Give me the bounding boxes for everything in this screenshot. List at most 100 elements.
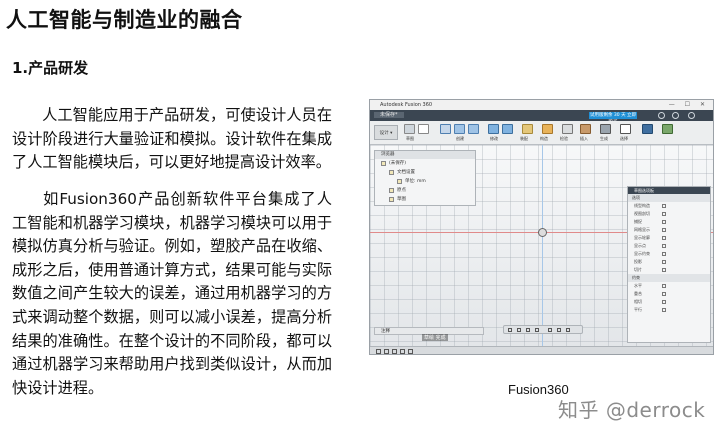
constraint-icon: [662, 284, 666, 288]
browser-row: 单位: mm: [375, 177, 475, 186]
palette-row: 网格显示: [628, 226, 710, 234]
browser-panel: 浏览器 (未保存) 文档设置 单位: mm 原点 草图: [374, 150, 476, 206]
display-icon: [548, 328, 552, 332]
checkbox-icon: [662, 252, 666, 256]
window-controls: — ☐ ✕: [668, 101, 709, 108]
ribbon-label-inspect: 检验: [560, 136, 568, 141]
checkbox-icon: [662, 220, 666, 224]
browser-row-label: (未保存): [389, 161, 407, 166]
constraint-icon: [662, 300, 666, 304]
workspace-switcher: 设计 ▾: [374, 125, 398, 140]
browser-row-label: 单位: mm: [405, 179, 426, 184]
play-icon: [392, 349, 397, 354]
palette-row-label: 显示点: [634, 243, 646, 248]
browser-row-label: 原点: [397, 188, 406, 193]
measure-icon: [562, 124, 573, 134]
fit-icon: [535, 328, 539, 332]
extrude-icon: [454, 124, 465, 134]
palette-row: 平行: [628, 306, 710, 314]
palette-section-options: 选项: [628, 194, 710, 202]
palette-section-constraints: 约束: [628, 274, 710, 282]
palette-row: 捕捉: [628, 218, 710, 226]
paragraph-fusion360: 如Fusion360产品创新软件平台集成了人工智能和机器学习模块，机器学习模块可…: [12, 188, 332, 400]
palette-row-label: 切片: [634, 267, 642, 272]
ribbon-label-modify: 修改: [490, 136, 498, 141]
checkbox-icon: [662, 260, 666, 264]
browser-header: 浏览器: [375, 151, 475, 159]
sketch-palette: 草图选项板 选项 线型构造 视图剖切 捕捉 网格显示 显示轮廓 显示点 显示约束…: [627, 186, 711, 343]
sketch-icon: [404, 124, 415, 134]
checkbox-icon: [662, 236, 666, 240]
section-heading: 1.产品研发: [12, 59, 89, 77]
browser-row: 文档设置: [375, 168, 475, 177]
insert-image-icon: [580, 124, 591, 134]
viewport-icon: [566, 328, 570, 332]
zoom-icon: [526, 328, 530, 332]
browser-row: (未保存): [375, 159, 475, 168]
palette-row: 重合: [628, 290, 710, 298]
palette-row: 显示约束: [628, 250, 710, 258]
help-icon: [658, 112, 665, 119]
palette-row-label: 显示轮廓: [634, 235, 650, 240]
fusion360-screenshot: Autodesk Fusion 360 — ☐ ✕ 未保存* 试用版剩余 30 …: [369, 99, 714, 355]
palette-row: 线型构造: [628, 202, 710, 210]
page-title: 人工智能与制造业的融合: [6, 8, 243, 32]
folder-icon: [389, 188, 394, 193]
folder-icon: [389, 197, 394, 202]
video-overlay-caption: 草绘 完成: [422, 334, 448, 341]
revolve-icon: [468, 124, 479, 134]
ribbon-label-assemble: 装配: [520, 136, 528, 141]
fast-forward-icon: [408, 349, 413, 354]
plane-icon: [542, 124, 553, 134]
navigation-bar: [503, 325, 583, 334]
grid-icon: [557, 328, 561, 332]
palette-row: 切片: [628, 266, 710, 274]
joint-icon: [522, 124, 533, 134]
y-axis-line: [542, 145, 543, 346]
constraint-icon: [662, 292, 666, 296]
shell-icon: [502, 124, 513, 134]
stop-sketch-icon: [642, 124, 653, 134]
ribbon-label-insert: 插入: [580, 136, 588, 141]
watermark: 知乎 @derrock: [558, 398, 706, 422]
document-tab: 未保存*: [374, 112, 404, 118]
palette-row: 相切: [628, 298, 710, 306]
trial-banner: 试用版剩余 30 天 立即购买: [589, 112, 637, 125]
toolbar-ribbon: 设计 ▾ 草图 创建 修改 装配 构造 检验 插入 生成 选择: [370, 121, 713, 145]
checkbox-icon: [662, 204, 666, 208]
palette-row-label: 视图剖切: [634, 211, 650, 216]
clock-icon: [672, 112, 679, 119]
pan-icon: [517, 328, 521, 332]
finish-sketch-icon: [662, 124, 673, 134]
step-back-icon: [384, 349, 389, 354]
ribbon-label-make: 生成: [600, 136, 608, 141]
palette-row: 显示点: [628, 242, 710, 250]
ribbon-label-construct: 构造: [540, 136, 548, 141]
palette-row-label: 线型构造: [634, 203, 650, 208]
palette-row-label: 捕捉: [634, 219, 642, 224]
timeline-bar: [370, 346, 713, 354]
palette-row-label: 水平: [634, 283, 642, 288]
checkbox-icon: [662, 228, 666, 232]
constraint-icon: [662, 308, 666, 312]
quick-access-bar: 未保存* 试用版剩余 30 天 立即购买: [370, 110, 713, 125]
ribbon-label-create: 创建: [456, 136, 464, 141]
palette-row: 水平: [628, 282, 710, 290]
checkbox-icon: [662, 244, 666, 248]
ribbon-label-sketch: 草图: [406, 136, 414, 141]
orbit-icon: [508, 328, 512, 332]
create-box-icon: [440, 124, 451, 134]
rewind-icon: [376, 349, 381, 354]
browser-row: 原点: [375, 186, 475, 195]
checkbox-icon: [662, 212, 666, 216]
palette-row-label: 投影: [634, 259, 642, 264]
design-canvas: 浏览器 (未保存) 文档设置 单位: mm 原点 草图 草图选项板 选项 线型构…: [370, 145, 713, 346]
palette-row-label: 网格显示: [634, 227, 650, 232]
browser-row-label: 文档设置: [397, 170, 415, 175]
palette-row-label: 重合: [634, 291, 642, 296]
fillet-icon: [488, 124, 499, 134]
app-title-text: Autodesk Fusion 360: [380, 102, 433, 108]
app-titlebar: Autodesk Fusion 360 — ☐ ✕: [370, 100, 713, 110]
palette-row: 视图剖切: [628, 210, 710, 218]
browser-row-label: 草图: [397, 197, 406, 202]
